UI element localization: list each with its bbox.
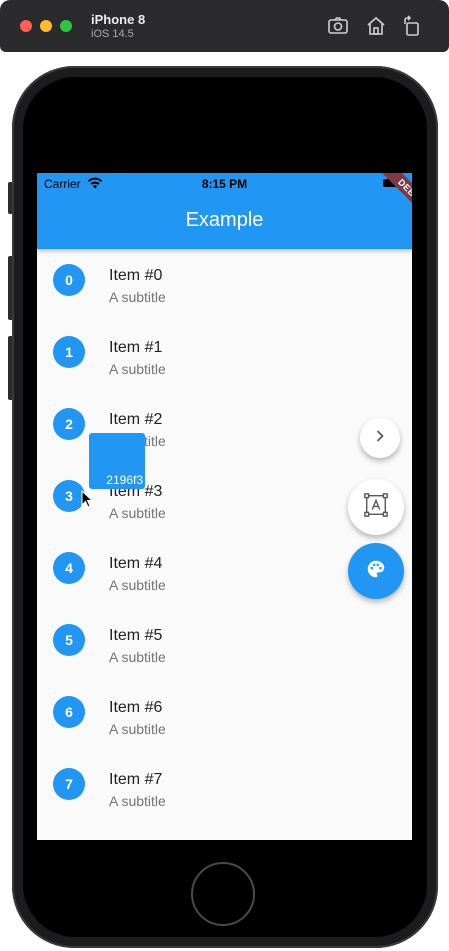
window-close-button[interactable] [20,20,32,32]
volume-down-button[interactable] [8,336,12,400]
item-subtitle: A subtitle [109,289,166,305]
device-screen: Carrier 8:15 PM Example DEBUG 0 Item #0 A … [37,173,412,840]
item-avatar: 4 [53,552,85,584]
item-subtitle: A subtitle [109,577,166,593]
item-title: Item #4 [109,555,163,572]
item-avatar: 1 [53,336,85,368]
item-avatar: 2 [53,408,85,440]
item-avatar: 7 [53,768,85,800]
list-item[interactable]: 5 Item #5 A subtitle [37,609,412,681]
color-picker-swatch[interactable]: 2196f3 [89,433,145,489]
status-bar: Carrier 8:15 PM [37,173,412,193]
palette-fab-button[interactable] [348,543,404,599]
item-title: Item #5 [109,627,163,644]
item-subtitle: A subtitle [109,721,166,737]
app-bar: Carrier 8:15 PM Example [37,173,412,249]
mute-switch[interactable] [8,182,12,214]
item-subtitle: A subtitle [109,649,166,665]
item-title: Item #6 [109,699,163,716]
item-avatar: 0 [53,264,85,296]
screenshot-icon[interactable] [326,14,350,38]
item-title: Item #1 [109,339,163,356]
palette-icon [365,558,387,585]
home-button[interactable] [191,862,255,926]
item-title: Item #7 [109,771,163,788]
list-item[interactable]: 1 Item #1 A subtitle [37,321,412,393]
next-fab-button[interactable] [360,418,400,458]
status-time: 8:15 PM [201,177,248,191]
item-avatar: 6 [53,696,85,728]
item-title: Item #0 [109,267,163,284]
simulator-os-version: iOS 14.5 [91,28,134,40]
window-zoom-button[interactable] [60,20,72,32]
mouse-cursor-icon [81,489,94,508]
item-avatar: 5 [53,624,85,656]
list-item[interactable]: 7 Item #7 A subtitle [37,753,412,825]
item-subtitle: A subtitle [109,505,166,521]
item-subtitle: A subtitle [109,361,166,377]
list-item[interactable]: 6 Item #6 A subtitle [37,681,412,753]
text-inspect-fab-button[interactable] [348,479,404,535]
window-minimize-button[interactable] [40,20,52,32]
item-subtitle: A subtitle [109,793,166,809]
text-select-icon [363,492,389,523]
simulator-device-name: iPhone 8 [91,12,146,27]
volume-up-button[interactable] [8,256,12,320]
page-title: Example [185,209,264,231]
simulator-title-bar: iPhone 8 iOS 14.5 [0,0,449,52]
home-icon[interactable] [364,14,388,38]
rotate-icon[interactable] [400,14,424,38]
item-title: Item #2 [109,411,163,428]
list-item[interactable]: 0 Item #0 A subtitle [37,249,412,321]
chevron-right-icon [370,426,390,451]
color-hex-label: 2196f3 [106,473,143,487]
